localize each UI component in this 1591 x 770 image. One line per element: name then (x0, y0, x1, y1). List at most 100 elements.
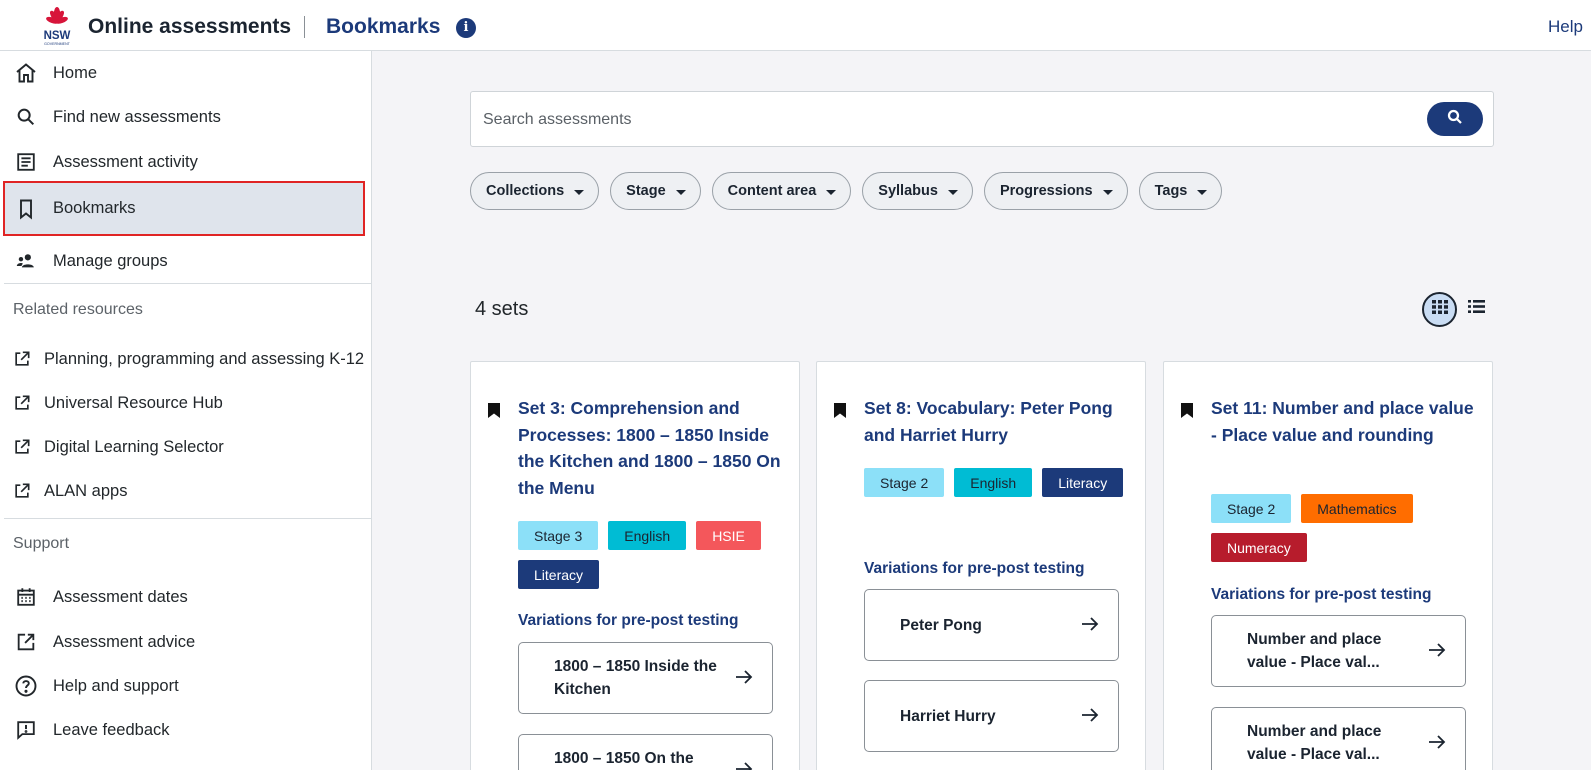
sidebar-item-label: Bookmarks (53, 199, 136, 217)
variation-button[interactable]: 1800 – 1850 Inside the Kitchen (518, 642, 773, 714)
help-link[interactable]: Help (1548, 17, 1591, 37)
related-link-universal-resource-hub[interactable]: Universal Resource Hub (0, 381, 371, 425)
variation-button[interactable]: Number and place value - Place val... (1211, 615, 1466, 687)
related-link-label: Universal Resource Hub (44, 393, 223, 412)
variation-button[interactable]: Number and place value - Place val... (1211, 707, 1466, 770)
sidebar-item-bookmarks[interactable]: Bookmarks (3, 181, 365, 236)
variation-label: Harriet Hurry (900, 708, 996, 725)
filter-label: Content area (727, 183, 817, 199)
arrow-right-icon (1080, 705, 1100, 730)
bookmark-icon (14, 197, 38, 221)
sidebar-item-assessment-advice[interactable]: Assessment advice (0, 620, 371, 664)
sidebar-item-leave-feedback[interactable]: Leave feedback (0, 708, 371, 752)
list-view-icon (1467, 300, 1485, 318)
variation-button[interactable]: Peter Pong (864, 589, 1119, 661)
tag-list: Stage 2 English Literacy (864, 468, 1134, 497)
nsw-logo[interactable]: NSW GOVERNMENT (37, 5, 77, 46)
sidebar-item-manage-groups[interactable]: Manage groups (0, 239, 371, 283)
grid-view-icon (1431, 300, 1448, 319)
sidebar-item-label: Assessment dates (53, 587, 188, 606)
sidebar-item-find-new-assessments[interactable]: Find new assessments (0, 95, 371, 139)
sidebar-item-home[interactable]: Home (0, 51, 371, 95)
card-title[interactable]: Set 11: Number and place value - Place v… (1211, 395, 1476, 448)
card-title[interactable]: Set 8: Vocabulary: Peter Pong and Harrie… (864, 395, 1129, 448)
variation-label: 1800 – 1850 On the Menu (554, 750, 694, 767)
info-icon[interactable]: i (456, 18, 476, 38)
assessment-card: Set 11: Number and place value - Place v… (1163, 361, 1493, 770)
tag-literacy: Literacy (1042, 468, 1124, 497)
variation-button[interactable]: 1800 – 1850 On the Menu (518, 734, 773, 770)
variation-label: Peter Pong (900, 617, 982, 634)
group-icon (14, 249, 38, 273)
bookmark-filled-icon[interactable] (833, 402, 847, 424)
sidebar-item-label: Help and support (53, 676, 179, 695)
external-link-icon (10, 479, 34, 503)
svg-text:NSW: NSW (44, 30, 71, 42)
app-title[interactable]: Online assessments (88, 15, 291, 39)
search-input[interactable] (483, 106, 1383, 134)
tag-literacy: Literacy (518, 560, 600, 589)
tag-english: English (608, 521, 687, 550)
search-icon (1446, 108, 1464, 131)
assessment-card: Set 3: Comprehension and Processes: 1800… (470, 361, 800, 770)
caret-down-icon (675, 189, 686, 195)
related-link-label: ALAN apps (44, 481, 128, 500)
tag-list: Stage 2 Mathematics Numeracy (1211, 494, 1481, 562)
list-view-toggle[interactable] (1464, 297, 1488, 321)
variations-heading: Variations for pre-post testing (1211, 586, 1432, 603)
related-link-label: Planning, programming and assessing K-12 (44, 349, 365, 368)
search-button[interactable] (1427, 102, 1483, 136)
filter-syllabus[interactable]: Syllabus (862, 172, 973, 210)
arrow-right-icon (1427, 640, 1447, 665)
support-heading: Support (13, 535, 70, 552)
tag-english: English (954, 468, 1033, 497)
sidebar-divider (4, 283, 371, 284)
sidebar: Home Find new assessments Assessment act… (0, 51, 372, 770)
sidebar-item-label: Leave feedback (53, 720, 170, 739)
card-title[interactable]: Set 3: Comprehension and Processes: 1800… (518, 395, 783, 501)
filter-stage[interactable]: Stage (610, 172, 701, 210)
tag-hsie: HSIE (696, 521, 761, 550)
bookmark-filled-icon[interactable] (1180, 402, 1194, 424)
filter-label: Progressions (999, 183, 1093, 199)
help-circle-icon (14, 674, 38, 698)
filter-collections[interactable]: Collections (470, 172, 600, 210)
sidebar-item-label: Manage groups (53, 251, 168, 270)
sidebar-item-help-and-support[interactable]: Help and support (0, 664, 371, 708)
related-resources-heading: Related resources (13, 301, 143, 318)
related-link-planning[interactable]: Planning, programming and assessing K-12 (0, 337, 371, 381)
caret-down-icon (826, 189, 837, 195)
related-link-digital-learning-selector[interactable]: Digital Learning Selector (0, 425, 371, 469)
caret-down-icon (947, 189, 958, 195)
grid-view-toggle[interactable] (1422, 292, 1457, 327)
filter-content-area[interactable]: Content area (711, 172, 852, 210)
top-header: NSW GOVERNMENT Online assessments Bookma… (0, 0, 1591, 51)
arrow-right-icon (1080, 614, 1100, 639)
tag-stage: Stage 2 (1211, 494, 1292, 523)
filter-tags[interactable]: Tags (1138, 172, 1223, 210)
feedback-icon (14, 718, 38, 742)
bookmark-filled-icon[interactable] (487, 402, 501, 424)
search-box (470, 91, 1494, 147)
variation-button[interactable]: Harriet Hurry (864, 680, 1119, 752)
arrow-right-icon (1427, 732, 1447, 757)
caret-down-icon (1102, 189, 1113, 195)
variation-label: Number and place value - Place val... (1247, 631, 1382, 671)
assessment-card: Set 8: Vocabulary: Peter Pong and Harrie… (816, 361, 1146, 770)
page-title: Bookmarks (326, 15, 441, 38)
sidebar-item-assessment-activity[interactable]: Assessment activity (0, 140, 371, 184)
filter-label: Syllabus (878, 183, 938, 199)
filter-label: Stage (626, 183, 666, 199)
home-icon (14, 61, 38, 85)
filter-progressions[interactable]: Progressions (983, 172, 1128, 210)
sidebar-item-label: Assessment activity (53, 152, 198, 171)
sidebar-item-label: Home (53, 63, 98, 82)
related-link-alan-apps[interactable]: ALAN apps (0, 469, 371, 513)
related-link-label: Digital Learning Selector (44, 437, 224, 456)
filter-label: Collections (486, 183, 565, 199)
external-link-icon (10, 391, 34, 415)
sidebar-item-assessment-dates[interactable]: Assessment dates (0, 575, 371, 619)
external-link-icon (10, 435, 34, 459)
sidebar-item-label: Assessment advice (53, 632, 196, 651)
tag-stage: Stage 3 (518, 521, 599, 550)
